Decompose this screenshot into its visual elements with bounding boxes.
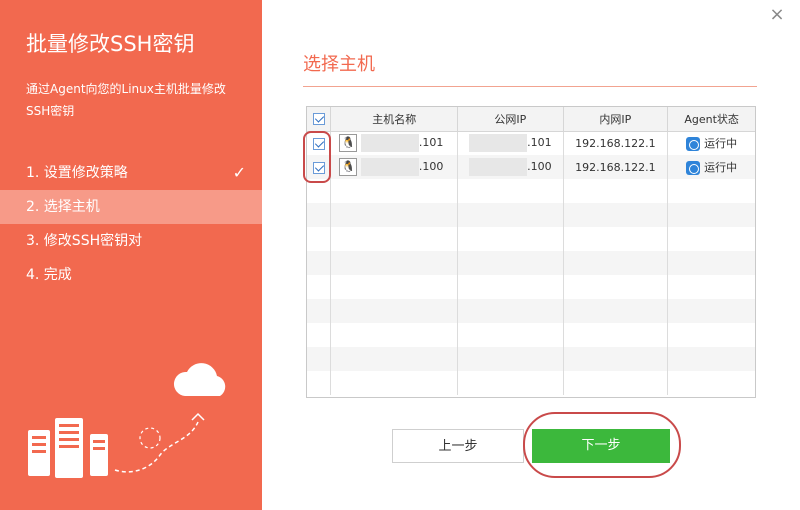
step-label: 4. 完成 [26,267,72,283]
column-header-host[interactable]: 主机名称 [330,107,459,132]
server-cloud-illustration [28,363,226,478]
private-ip-cell: 192.168.122.1 [563,155,669,179]
step-list: 1. 设置修改策略 ✓ 2. 选择主机 3. 修改SSH密钥对 4. 完成 [0,156,262,292]
column-header-private-ip[interactable]: 内网IP [563,107,669,132]
step-label: 1. 设置修改策略 [26,165,128,181]
host-name-cell: 🐧 .100 [330,155,459,179]
next-button-highlight-annotation [523,412,681,478]
step-label: 3. 修改SSH密钥对 [26,233,143,249]
check-icon: ✓ [232,163,246,182]
empty-row [307,251,755,275]
empty-row [307,299,755,323]
table-row[interactable]: 🐧 .100 .100 192.168.122.1 运行中 [307,155,755,179]
host-table: 主机名称 公网IP 内网IP Agent状态 🐧 .101 .101 192.1… [306,106,756,398]
host-suffix: .101 [418,136,444,150]
step-3: 3. 修改SSH密钥对 [0,224,262,258]
agent-running-icon [686,161,701,175]
wizard-description: 通过Agent向您的Linux主机批量修改SSH密钥 [26,82,226,118]
redacted-public-ip [469,158,528,176]
table-row[interactable]: 🐧 .101 .101 192.168.122.1 运行中 [307,131,755,155]
close-icon[interactable]: × [768,6,786,24]
empty-row [307,347,755,371]
agent-status-cell: 运行中 [667,131,755,155]
section-divider [303,86,757,87]
checkbox-highlight-annotation [303,131,331,183]
empty-row [307,323,755,347]
public-ip-suffix: .100 [527,160,552,173]
empty-row [307,227,755,251]
agent-status-text: 运行中 [704,137,738,151]
empty-row [307,179,755,203]
wizard-title: 批量修改SSH密钥 [26,32,195,56]
wizard-sidebar: 批量修改SSH密钥 通过Agent向您的Linux主机批量修改SSH密钥 1. … [0,0,262,510]
agent-status-text: 运行中 [704,161,738,174]
section-title: 选择主机 [303,54,375,75]
previous-step-button[interactable]: 上一步 [392,429,524,463]
host-name-cell: 🐧 .101 [330,131,459,155]
cloud-icon [173,363,226,396]
empty-row [307,203,755,227]
public-ip-cell: .101 [457,131,564,155]
public-ip-cell: .100 [457,155,564,179]
step-4: 4. 完成 [0,258,262,292]
step-1: 1. 设置修改策略 ✓ [0,156,262,190]
step-2: 2. 选择主机 [0,190,262,224]
linux-penguin-icon: 🐧 [339,134,358,153]
host-suffix: .100 [418,160,444,173]
column-header-agent-status[interactable]: Agent状态 [667,107,755,132]
column-header-public-ip[interactable]: 公网IP [457,107,564,132]
redacted-public-ip [469,134,528,153]
step-label: 2. 选择主机 [26,199,100,215]
redacted-host-name [360,158,419,176]
redacted-host-name [360,134,419,153]
agent-running-icon [686,137,701,152]
public-ip-suffix: .101 [527,136,552,150]
select-all-checkbox[interactable] [307,107,332,132]
table-header: 主机名称 公网IP 内网IP Agent状态 [307,107,755,132]
empty-row [307,371,755,395]
private-ip-cell: 192.168.122.1 [563,131,669,155]
agent-status-cell: 运行中 [667,155,755,179]
linux-penguin-icon: 🐧 [339,158,358,176]
empty-row [307,275,755,299]
